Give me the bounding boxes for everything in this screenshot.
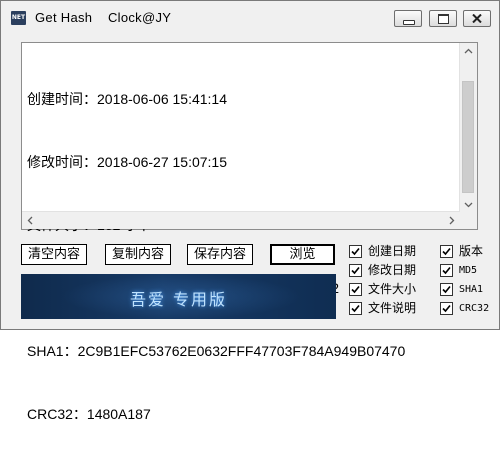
checkmark-icon — [351, 247, 360, 256]
save-content-button[interactable]: 保存内容 — [187, 244, 253, 265]
scroll-left-arrow-icon[interactable] — [22, 212, 39, 229]
checkbox-label: 创建日期 — [368, 244, 417, 258]
checkmark-icon — [442, 304, 451, 313]
checkbox-label: 文件说明 — [368, 301, 417, 315]
close-icon — [472, 14, 482, 23]
hash-output-textbox[interactable]: 创建时间：2018-06-06 15:41:14 修改时间：2018-06-27… — [21, 42, 478, 422]
checkbox-box[interactable] — [349, 302, 362, 315]
window-title: Get Hash Clock@JY — [35, 10, 172, 25]
checkbox-label: CRC32 — [459, 303, 490, 314]
get-hash-window: NET Get Hash Clock@JY 创建时间：2018-06-06 15… — [0, 0, 500, 422]
output-line-sha1: SHA1：2C9B1EFC53762E0632FFF47703F784A949B… — [27, 343, 406, 359]
checkmark-icon — [351, 266, 360, 275]
checkbox-box[interactable] — [349, 245, 362, 258]
vertical-scrollbar[interactable] — [459, 43, 477, 213]
checkmark-icon — [442, 247, 451, 256]
checkbox-label: 版本 — [459, 244, 484, 258]
checkbox-label: 修改日期 — [368, 263, 417, 277]
checkbox-box[interactable] — [440, 302, 453, 315]
checkbox-label: SHA1 — [459, 284, 484, 295]
banner-image: 吾爱 专用版 — [21, 274, 336, 319]
checkmark-icon — [351, 285, 360, 294]
vertical-scroll-thumb[interactable] — [462, 81, 474, 193]
maximize-button[interactable] — [429, 10, 457, 27]
checkmark-icon — [351, 304, 360, 313]
copy-content-button[interactable]: 复制内容 — [105, 244, 171, 265]
output-line-modified: 修改时间：2018-06-27 15:07:15 — [27, 154, 227, 170]
checkmark-icon — [442, 285, 451, 294]
checkbox-label: 文件大小 — [368, 282, 417, 296]
clear-content-button[interactable]: 清空内容 — [21, 244, 87, 265]
checkbox-box[interactable] — [440, 283, 453, 296]
checkbox-box[interactable] — [440, 264, 453, 277]
browse-button[interactable]: 浏览 — [270, 244, 335, 265]
output-line-created: 创建时间：2018-06-06 15:41:14 — [27, 91, 227, 107]
scroll-down-arrow-icon[interactable] — [460, 196, 477, 213]
title-bar[interactable]: NET Get Hash Clock@JY — [1, 1, 499, 35]
net-app-icon: NET — [11, 11, 26, 25]
checkmark-icon — [442, 266, 451, 275]
scroll-up-arrow-icon[interactable] — [460, 43, 477, 60]
scrollbar-corner — [460, 212, 477, 229]
checkbox-label: MD5 — [459, 265, 478, 276]
close-button[interactable] — [463, 10, 491, 27]
checkbox-box[interactable] — [349, 283, 362, 296]
minimize-button[interactable] — [394, 10, 422, 27]
horizontal-scrollbar[interactable] — [22, 211, 460, 229]
scroll-right-arrow-icon[interactable] — [443, 212, 460, 229]
banner-text: 吾爱 专用版 — [129, 290, 228, 309]
checkbox-box[interactable] — [440, 245, 453, 258]
output-line-crc32: CRC32：1480A187 — [27, 406, 151, 422]
checkbox-box[interactable] — [349, 264, 362, 277]
